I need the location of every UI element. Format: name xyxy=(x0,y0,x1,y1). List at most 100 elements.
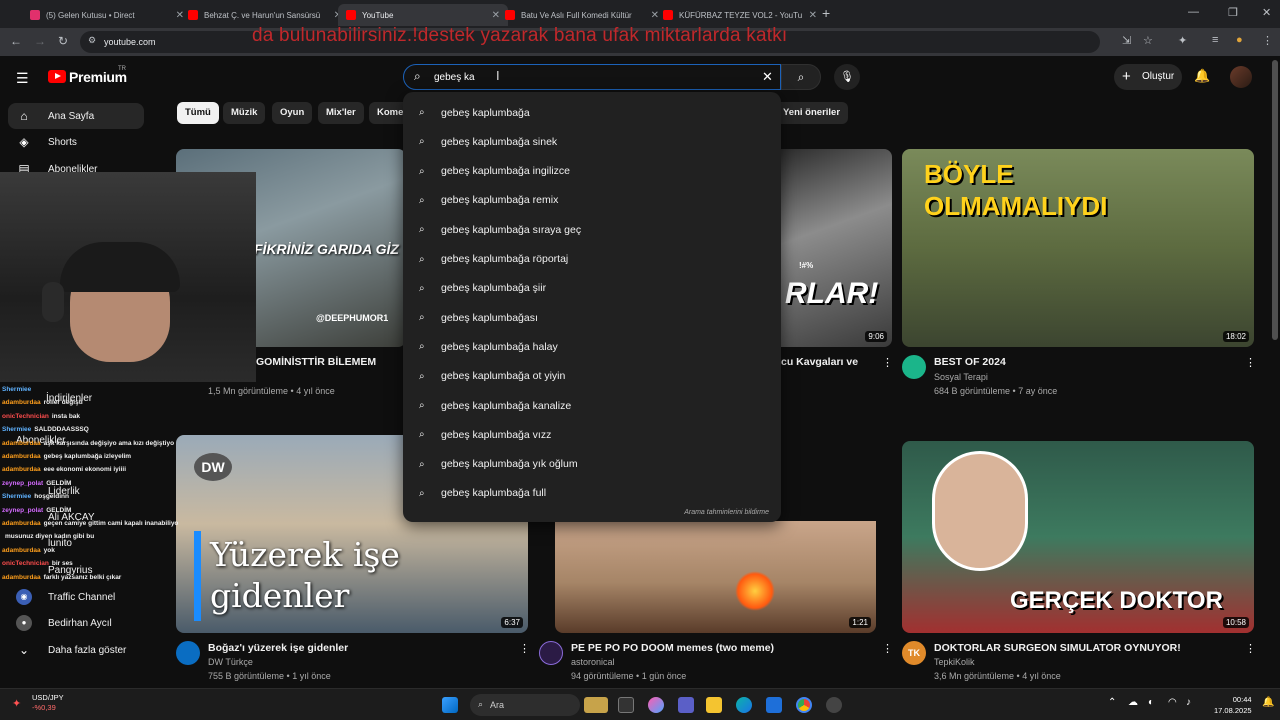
scrollbar-thumb[interactable] xyxy=(1272,60,1278,340)
channel-avatar[interactable] xyxy=(176,641,200,665)
video-thumbnail[interactable]: 1:21 xyxy=(555,521,876,633)
search-suggestion[interactable]: ⌕ gebeş kaplumbağa full xyxy=(403,479,781,508)
search-suggestion[interactable]: ⌕ gebeş kaplumbağa vızz xyxy=(403,420,781,449)
stock-widget-icon[interactable]: ✦ xyxy=(12,697,21,710)
search-suggestion[interactable]: ⌕ gebeş kaplumbağası xyxy=(403,303,781,332)
channel-name[interactable]: astoronical xyxy=(571,657,615,667)
reload-icon[interactable]: ↻ xyxy=(58,34,68,48)
sidebar-show-more[interactable]: ⌄ Daha fazla göster xyxy=(8,637,144,663)
thumbnail-caption: OLMAMALIYDI xyxy=(924,191,1108,221)
more-options-icon[interactable]: ⋮ xyxy=(882,642,893,655)
close-window-icon[interactable]: ✕ xyxy=(1262,6,1271,19)
widgets-icon[interactable] xyxy=(584,697,608,713)
video-title[interactable]: PE PE PO PO DOOM memes (two meme) xyxy=(571,642,774,654)
chip-gaming[interactable]: Oyun xyxy=(272,102,313,124)
sidebar-item-channel[interactable]: ● Bedirhan Aycıl xyxy=(8,610,144,636)
stock-widget[interactable]: USD/JPY -%0,39 xyxy=(32,693,64,713)
video-title[interactable]: GOMİNİSTTİR BİLEMEM xyxy=(256,356,376,368)
new-tab-button[interactable]: + xyxy=(822,5,830,21)
bookmark-star-icon[interactable]: ☆ xyxy=(1143,34,1153,47)
start-icon[interactable] xyxy=(442,697,458,713)
video-title[interactable]: cu Kavgaları ve xyxy=(781,356,858,368)
video-title[interactable]: Boğaz'ı yüzerek işe gidenler xyxy=(208,642,348,654)
chip-music[interactable]: Müzik xyxy=(223,102,266,124)
tray-cloud-icon[interactable]: ☁ xyxy=(1128,697,1138,708)
store-icon[interactable] xyxy=(766,697,782,713)
browser-tab-active[interactable]: YouTube ✕ xyxy=(338,4,508,26)
search-suggestion[interactable]: ⌕ gebeş kaplumbağa şiir xyxy=(403,274,781,303)
channel-name[interactable]: DW Türkçe xyxy=(208,657,253,667)
more-options-icon[interactable]: ⋮ xyxy=(1245,642,1256,655)
browser-menu-icon[interactable]: ⋮ xyxy=(1262,34,1273,47)
copilot-icon[interactable] xyxy=(648,697,664,713)
notification-center-icon[interactable]: 🔔 xyxy=(1262,697,1274,708)
teams-icon[interactable] xyxy=(678,697,694,713)
search-button[interactable]: ⌕ xyxy=(781,64,821,90)
sidebar-item-home[interactable]: ⌂ Ana Sayfa xyxy=(8,103,144,129)
channel-name[interactable]: TepkiKolik xyxy=(934,657,975,667)
channel-name[interactable]: Sosyal Terapi xyxy=(934,372,988,382)
maximize-icon[interactable]: ❐ xyxy=(1228,6,1238,19)
file-explorer-icon[interactable] xyxy=(706,697,722,713)
search-suggestion[interactable]: ⌕ gebeş kaplumbağa ot yiyin xyxy=(403,362,781,391)
close-icon[interactable]: ✕ xyxy=(809,10,817,21)
wifi-icon[interactable]: ◠ xyxy=(1168,697,1177,708)
forward-icon[interactable]: → xyxy=(34,34,46,48)
tray-app-icon[interactable]: ◐ xyxy=(1148,697,1154,708)
chrome-icon[interactable] xyxy=(796,697,812,713)
report-predictions-link[interactable]: Arama tahminlerini bildirme xyxy=(684,509,769,516)
hamburger-menu-icon[interactable]: ☰ xyxy=(16,70,29,87)
channel-avatar[interactable] xyxy=(902,355,926,379)
search-suggestion[interactable]: ⌕ gebeş kaplumbağa yık oğlum xyxy=(403,450,781,479)
browser-tab[interactable]: KÜFÜRBAZ TEYZE VOL2 - YouTu ✕ xyxy=(655,4,825,26)
browser-tab[interactable]: Behzat Ç. ve Harun'un Sansürsü ✕ xyxy=(180,4,350,26)
search-input[interactable]: ⌕ gebeş ka I ✕ xyxy=(403,64,781,90)
search-suggestion[interactable]: ⌕ gebeş kaplumbağa halay xyxy=(403,332,781,361)
search-suggestion[interactable]: ⌕ gebeş kaplumbağa remix xyxy=(403,186,781,215)
more-options-icon[interactable]: ⋮ xyxy=(1245,356,1256,369)
profile-extension-icon[interactable]: ● xyxy=(1236,34,1243,46)
back-icon[interactable]: ← xyxy=(10,34,22,48)
task-view-icon[interactable] xyxy=(618,697,634,713)
chip-mixes[interactable]: Mix'ler xyxy=(318,102,364,124)
notifications-bell-icon[interactable]: 🔔 xyxy=(1194,68,1210,84)
volume-icon[interactable]: ♪ xyxy=(1186,697,1191,708)
search-suggestion[interactable]: ⌕ gebeş kaplumbağa sinek xyxy=(403,127,781,156)
app-icon[interactable] xyxy=(826,697,842,713)
video-thumbnail[interactable]: !#% RLAR! 9:06 xyxy=(781,149,892,347)
site-info-icon[interactable]: ⚙ xyxy=(88,35,96,46)
search-suggestion[interactable]: ⌕ gebeş kaplumbağa kanalize xyxy=(403,391,781,420)
clock[interactable]: 00:44 17.08.2025 xyxy=(1214,694,1252,716)
tray-chevron-icon[interactable]: ⌃ xyxy=(1108,697,1116,708)
chip-new-recommendations[interactable]: Yeni öneriler xyxy=(775,102,849,124)
avatar[interactable] xyxy=(1230,66,1252,88)
search-suggestion[interactable]: ⌕ gebeş kaplumbağa röportaj xyxy=(403,245,781,274)
video-title[interactable]: BEST OF 2024 xyxy=(934,356,1006,368)
video-title[interactable]: DOKTORLAR SURGEON SIMULATOR OYNUYOR! xyxy=(934,642,1181,654)
browser-tab[interactable]: Batu Ve Aslı Full Komedi Kültür ✕ xyxy=(497,4,667,26)
browser-tab[interactable]: (5) Gelen Kutusu • Direct ✕ xyxy=(22,4,192,26)
sidebar-item-shorts[interactable]: ◈ Shorts xyxy=(8,129,144,155)
channel-avatar[interactable]: TK xyxy=(902,641,926,665)
install-icon[interactable]: ⇲ xyxy=(1122,34,1131,47)
video-thumbnail[interactable]: BÖYLE OLMAMALIYDI 18:02 xyxy=(902,149,1254,347)
channel-avatar[interactable] xyxy=(539,641,563,665)
youtube-logo-icon[interactable] xyxy=(48,70,66,83)
create-button[interactable]: + Oluştur xyxy=(1114,64,1182,90)
edge-icon[interactable] xyxy=(736,697,752,713)
extensions-icon[interactable]: ✦ xyxy=(1178,34,1187,47)
search-suggestion[interactable]: ⌕ gebeş kaplumbağa xyxy=(403,98,781,127)
more-options-icon[interactable]: ⋮ xyxy=(519,642,530,655)
minimize-icon[interactable]: — xyxy=(1188,6,1199,18)
video-thumbnail[interactable]: GERÇEK DOKTOR 10:58 xyxy=(902,441,1254,633)
search-suggestion[interactable]: ⌕ gebeş kaplumbağa sıraya geç xyxy=(403,215,781,244)
taskbar-search[interactable]: Ara xyxy=(470,694,580,716)
voice-search-icon[interactable]: 🎙 xyxy=(834,64,860,90)
more-options-icon[interactable]: ⋮ xyxy=(882,356,893,369)
search-suggestion[interactable]: ⌕ gebeş kaplumbağa ingilizce xyxy=(403,157,781,186)
clear-search-icon[interactable]: ✕ xyxy=(762,69,773,85)
url-text[interactable]: youtube.com xyxy=(104,37,156,47)
chip-all[interactable]: Tümü xyxy=(177,102,219,124)
search-query[interactable]: gebeş ka xyxy=(434,72,475,83)
reading-list-icon[interactable]: ≡ xyxy=(1212,34,1218,46)
